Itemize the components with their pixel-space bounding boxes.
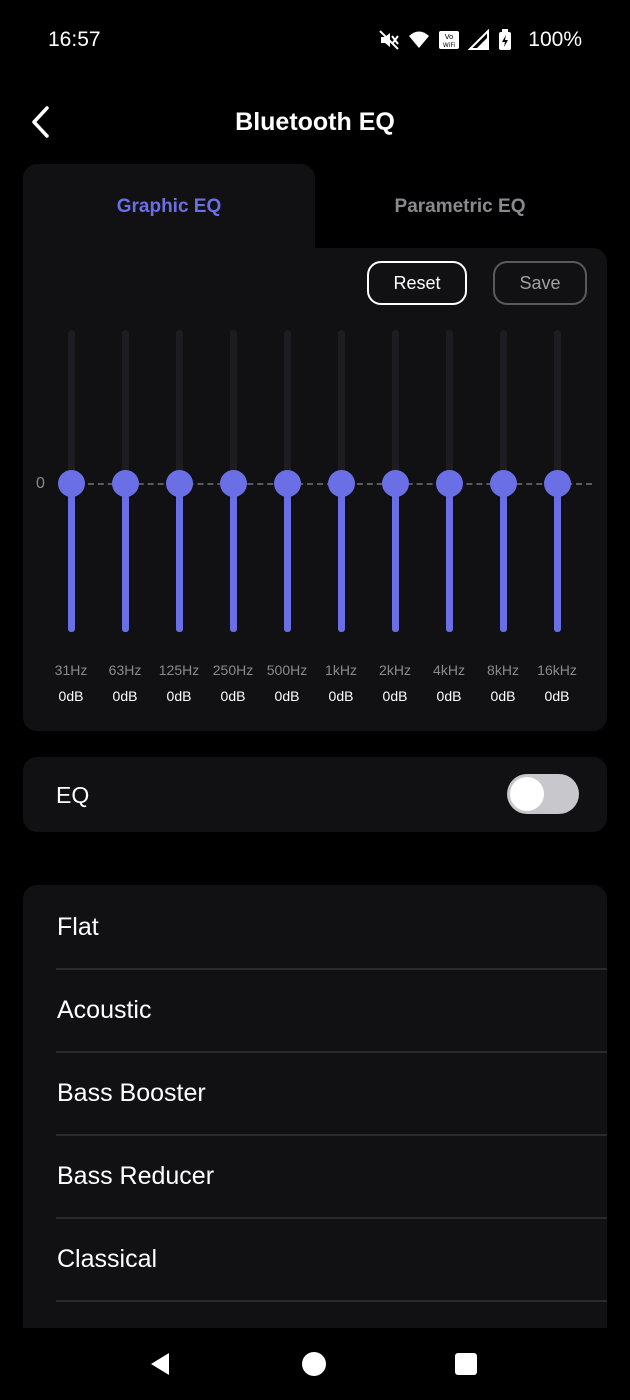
eq-slider-knob[interactable] <box>220 470 247 497</box>
signal-icon <box>467 28 490 51</box>
tab-graphic-eq[interactable]: Graphic EQ <box>23 164 315 254</box>
preset-label: Bass Booster <box>57 1079 206 1107</box>
graphic-eq-panel <box>23 248 607 731</box>
eq-slider-knob[interactable] <box>436 470 463 497</box>
status-bar: 16:57 Vo WiFi 100% <box>0 0 630 80</box>
eq-slider-fill <box>446 483 453 632</box>
eq-slider-knob[interactable] <box>58 470 85 497</box>
status-time: 16:57 <box>48 28 101 51</box>
wifi-icon <box>408 29 430 51</box>
zero-db-label: 0 <box>36 475 45 492</box>
eq-slider-knob[interactable] <box>112 470 139 497</box>
preset-label: Bass Reducer <box>57 1162 215 1190</box>
preset-label: Classical <box>57 1245 158 1273</box>
svg-text:WiFi: WiFi <box>443 42 455 49</box>
nav-back-button[interactable] <box>140 1348 180 1380</box>
toggle-thumb <box>510 777 544 811</box>
tab-parametric-eq[interactable]: Parametric EQ <box>315 164 605 248</box>
svg-text:Vo: Vo <box>445 33 454 41</box>
reset-button[interactable]: Reset <box>367 261 467 305</box>
tab-graphic-eq-label: Graphic EQ <box>116 196 222 217</box>
eq-slider-knob[interactable] <box>166 470 193 497</box>
eq-slider-fill <box>284 483 291 632</box>
preset-list: Flat Acoustic Bass Booster Bass Reducer … <box>23 885 607 1328</box>
eq-slider-knob[interactable] <box>382 470 409 497</box>
preset-bass-booster[interactable]: Bass Booster <box>56 1051 607 1136</box>
preset-bass-reducer[interactable]: Bass Reducer <box>56 1134 607 1219</box>
system-nav-bar <box>0 1328 630 1400</box>
eq-slider-fill <box>392 483 399 632</box>
eq-slider-fill <box>122 483 129 632</box>
preset-label: Acoustic <box>57 996 152 1024</box>
preset-label: Flat <box>57 913 99 941</box>
mute-icon <box>378 29 400 51</box>
home-circle-icon <box>302 1352 326 1376</box>
back-triangle-icon <box>151 1353 169 1375</box>
battery-percent: 100% <box>528 28 582 51</box>
eq-slider-fill <box>338 483 345 632</box>
nav-home-button[interactable] <box>294 1348 334 1380</box>
eq-slider-knob[interactable] <box>328 470 355 497</box>
eq-slider-fill <box>230 483 237 632</box>
eq-slider-knob[interactable] <box>490 470 517 497</box>
preset-classical[interactable]: Classical <box>56 1217 607 1302</box>
save-button[interactable]: Save <box>493 261 587 305</box>
preset-flat[interactable]: Flat <box>56 885 607 970</box>
recents-square-icon <box>455 1353 477 1375</box>
eq-slider-knob[interactable] <box>274 470 301 497</box>
nav-recents-button[interactable] <box>446 1348 486 1380</box>
vowifi-icon: Vo WiFi <box>438 29 460 51</box>
battery-icon <box>498 29 520 51</box>
status-icons: Vo WiFi 100% <box>378 28 582 52</box>
eq-slider-fill <box>176 483 183 632</box>
eq-toggle-switch[interactable] <box>507 774 579 814</box>
eq-slider-fill <box>68 483 75 632</box>
page-title: Bluetooth EQ <box>235 108 395 136</box>
eq-slider-knob[interactable] <box>544 470 571 497</box>
eq-slider-fill <box>500 483 507 632</box>
preset-acoustic[interactable]: Acoustic <box>56 968 607 1053</box>
tab-parametric-eq-label: Parametric EQ <box>394 196 526 217</box>
eq-toggle-label: EQ <box>56 782 90 808</box>
eq-band-gain: 0dB <box>544 688 570 704</box>
eq-band-frequency: 16kHz <box>537 662 577 678</box>
eq-toggle-row: EQ <box>23 757 607 832</box>
eq-slider-fill <box>554 483 561 632</box>
